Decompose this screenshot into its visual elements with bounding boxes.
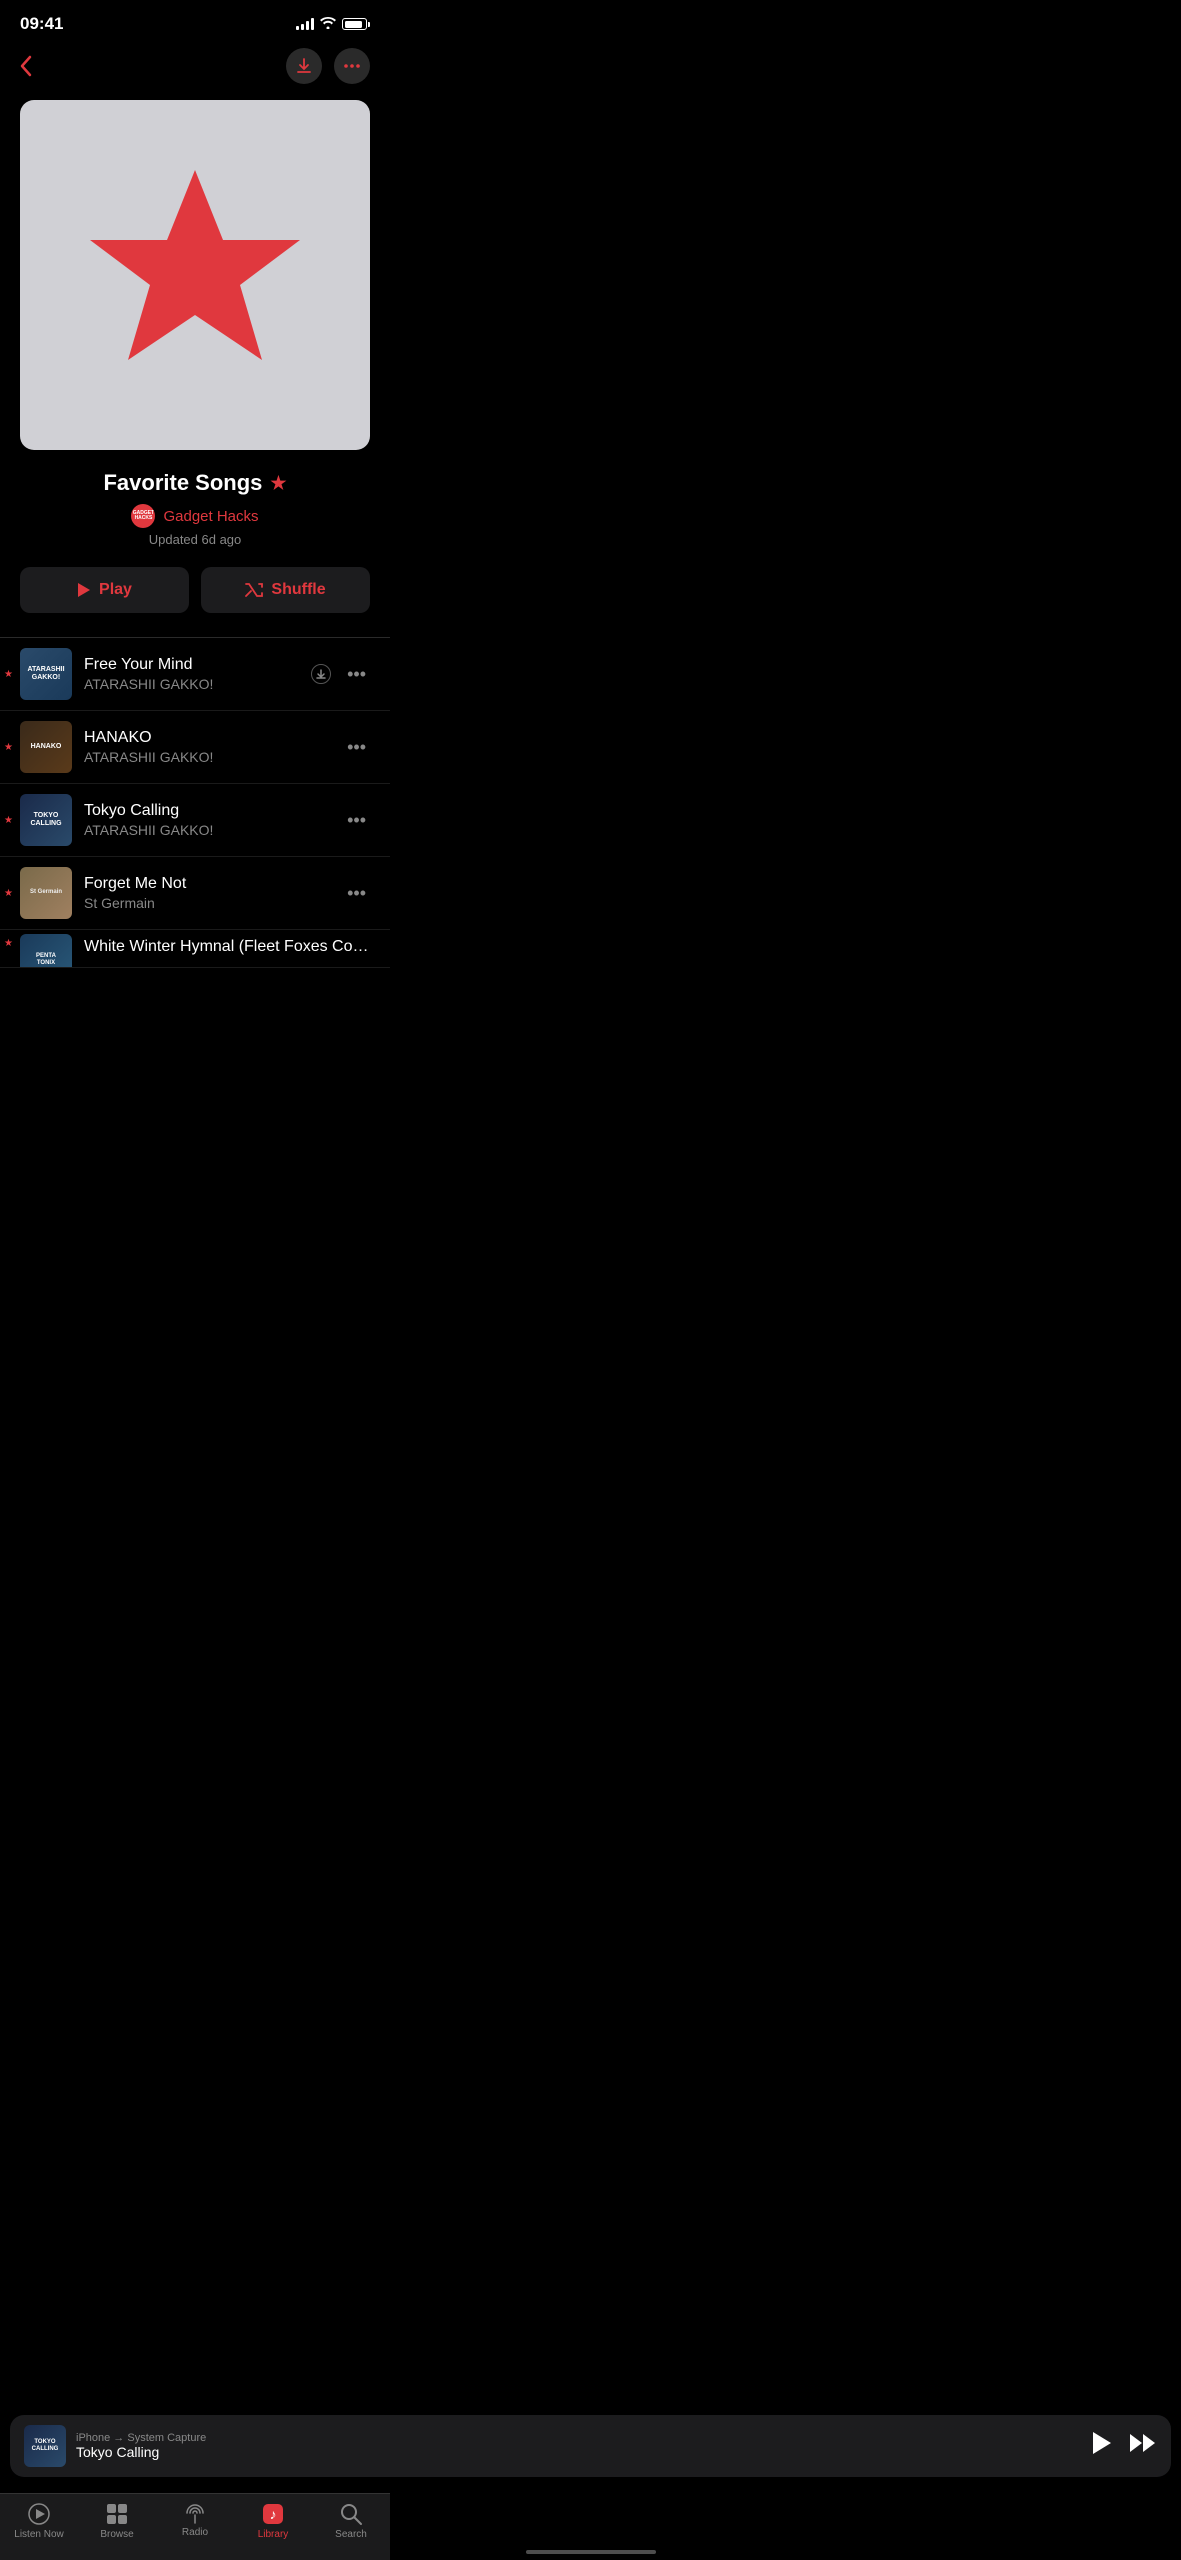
shuffle-button[interactable]: Shuffle: [201, 567, 370, 613]
download-icon[interactable]: [311, 664, 331, 684]
curator-row: GADGETHACKS Gadget Hacks: [20, 504, 370, 528]
list-item[interactable]: ★ ATARASHIIGAKKO! Free Your Mind ATARASH…: [0, 638, 390, 711]
song-actions: •••: [343, 810, 370, 831]
play-button[interactable]: Play: [20, 567, 189, 613]
song-info: White Winter Hymnal (Fleet Foxes Cover): [84, 938, 370, 956]
song-thumbnail: HANAKO: [20, 721, 72, 773]
mini-player-title: Tokyo Calling: [76, 2444, 1081, 2460]
favorite-star-icon: ★: [4, 669, 13, 680]
song-actions: •••: [311, 664, 370, 685]
list-item[interactable]: ★ HANAKO HANAKO ATARASHII GAKKO! •••: [0, 711, 390, 784]
song-title: White Winter Hymnal (Fleet Foxes Cover): [84, 938, 370, 956]
mini-player[interactable]: TOKYOCALLING iPhone → System Capture Tok…: [10, 2415, 1171, 2477]
playlist-info: Favorite Songs ★ GADGETHACKS Gadget Hack…: [0, 470, 390, 567]
song-actions: •••: [343, 737, 370, 758]
updated-timestamp: Updated 6d ago: [20, 532, 370, 547]
mini-forward-button[interactable]: [1129, 2433, 1157, 2459]
favorite-star-icon: ★: [4, 815, 13, 826]
more-options-button[interactable]: [334, 48, 370, 84]
action-buttons: Play Shuffle: [0, 567, 390, 637]
more-icon[interactable]: •••: [343, 883, 370, 904]
song-thumbnail: TOKYOCALLING: [20, 794, 72, 846]
tab-search[interactable]: Search: [312, 2502, 390, 2540]
song-artist: ATARASHII GAKKO!: [84, 822, 331, 838]
curator-badge: GADGETHACKS: [131, 504, 155, 528]
home-indicator: [526, 2550, 656, 2554]
favorite-star-icon: ★: [4, 742, 13, 753]
list-item[interactable]: ★ St Germain Forget Me Not St Germain ••…: [0, 857, 390, 930]
tab-listen-now-label: Listen Now: [14, 2529, 63, 2540]
status-bar: 09:41: [0, 0, 390, 42]
song-title: HANAKO: [84, 729, 331, 747]
mini-player-controls: [1091, 2431, 1157, 2461]
tab-library-label: Library: [258, 2529, 289, 2540]
nav-right-buttons: [286, 48, 370, 84]
tab-listen-now[interactable]: Listen Now: [0, 2502, 78, 2540]
song-info: Forget Me Not St Germain: [84, 875, 331, 911]
tab-radio[interactable]: Radio: [156, 2502, 234, 2540]
star-icon: [70, 150, 320, 400]
playlist-favorite-star: ★: [270, 473, 286, 494]
tab-browse-label: Browse: [100, 2529, 133, 2540]
song-list: ★ ATARASHIIGAKKO! Free Your Mind ATARASH…: [0, 637, 390, 968]
status-icons: [296, 16, 370, 32]
list-item[interactable]: ★ TOKYOCALLING Tokyo Calling ATARASHII G…: [0, 784, 390, 857]
svg-text:♪: ♪: [270, 2506, 277, 2522]
song-artist: St Germain: [84, 895, 331, 911]
song-artist: ATARASHII GAKKO!: [84, 749, 331, 765]
back-button[interactable]: [20, 46, 60, 86]
song-thumbnail: PENTATONIX: [20, 934, 72, 968]
playlist-title: Favorite Songs ★: [20, 470, 370, 496]
wifi-icon: [320, 16, 336, 32]
tab-browse[interactable]: Browse: [78, 2502, 156, 2540]
song-title: Free Your Mind: [84, 656, 299, 674]
curator-name[interactable]: Gadget Hacks: [163, 508, 258, 525]
navigation-bar: [0, 42, 390, 100]
song-actions: •••: [343, 883, 370, 904]
tab-search-label: Search: [335, 2529, 367, 2540]
more-icon[interactable]: •••: [343, 664, 370, 685]
song-info: HANAKO ATARASHII GAKKO!: [84, 729, 331, 765]
more-icon[interactable]: •••: [343, 810, 370, 831]
mini-player-thumbnail: TOKYOCALLING: [24, 2425, 66, 2467]
tab-library[interactable]: ♪ Library: [234, 2502, 312, 2540]
song-artist: ATARASHII GAKKO!: [84, 676, 299, 692]
tab-bar: Listen Now Browse Radio ♪ Library: [0, 2493, 390, 2560]
song-title: Forget Me Not: [84, 875, 331, 893]
playlist-artwork: [20, 100, 370, 450]
signal-icon: [296, 18, 314, 30]
list-item[interactable]: ★ PENTATONIX White Winter Hymnal (Fleet …: [0, 930, 390, 968]
status-time: 09:41: [20, 14, 63, 34]
download-button[interactable]: [286, 48, 322, 84]
mini-player-info: iPhone → System Capture Tokyo Calling: [76, 2432, 1081, 2460]
battery-icon: [342, 18, 370, 30]
favorite-star-icon: ★: [4, 888, 13, 899]
song-thumbnail: ATARASHIIGAKKO!: [20, 648, 72, 700]
song-title: Tokyo Calling: [84, 802, 331, 820]
more-icon[interactable]: •••: [343, 737, 370, 758]
favorite-star-icon: ★: [4, 938, 13, 949]
song-info: Tokyo Calling ATARASHII GAKKO!: [84, 802, 331, 838]
song-info: Free Your Mind ATARASHII GAKKO!: [84, 656, 299, 692]
mini-player-route: iPhone → System Capture: [76, 2432, 1081, 2444]
mini-play-button[interactable]: [1091, 2431, 1113, 2461]
song-thumbnail: St Germain: [20, 867, 72, 919]
tab-radio-label: Radio: [182, 2527, 208, 2538]
